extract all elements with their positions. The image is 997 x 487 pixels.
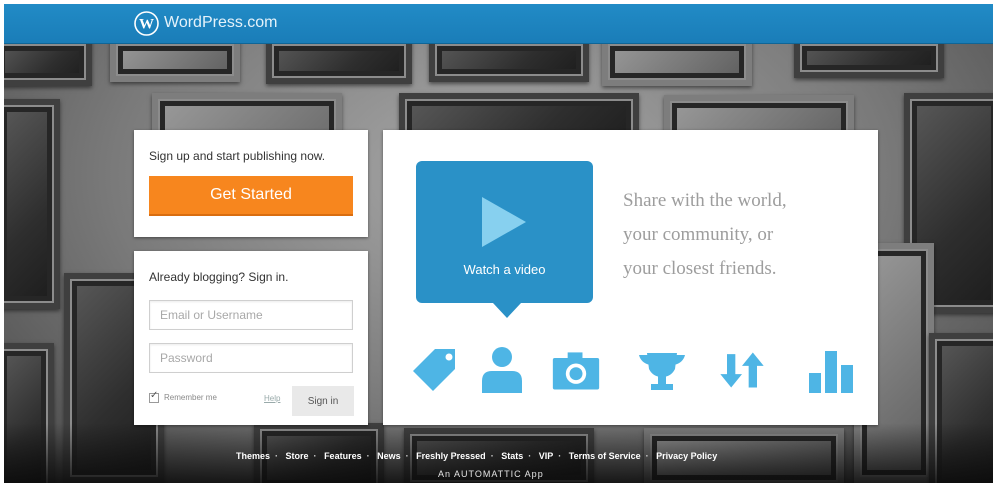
signin-button[interactable]: Sign in [292, 386, 354, 416]
brand-name[interactable]: WordPress.com [164, 14, 278, 32]
wordpress-logo-icon[interactable]: W [134, 11, 159, 36]
painting-frame [4, 99, 60, 309]
footer-link-privacy[interactable]: Privacy Policy [656, 451, 717, 461]
camera-icon [552, 352, 600, 390]
play-icon [482, 197, 526, 247]
help-link[interactable]: Help [264, 394, 280, 403]
tagline-line: your community, or [623, 224, 774, 245]
sync-arrows-icon [720, 352, 764, 388]
footer-link-news[interactable]: News [377, 451, 401, 461]
signup-text: Sign up and start publishing now. [149, 149, 326, 163]
footer-link-themes[interactable]: Themes [236, 451, 270, 461]
footer-link-vip[interactable]: VIP [539, 451, 554, 461]
painting-frame [429, 38, 589, 82]
painting-frame [602, 38, 752, 86]
signin-panel: Already blogging? Sign in. Remember me H… [134, 251, 368, 425]
separator: · [366, 451, 370, 461]
footer-link-freshly-pressed[interactable]: Freshly Pressed [416, 451, 486, 461]
separator: · [313, 451, 317, 461]
separator: · [405, 451, 409, 461]
feature-icons [411, 345, 871, 395]
separator: · [645, 451, 649, 461]
signup-panel: Sign up and start publishing now. Get St… [134, 130, 368, 237]
separator: · [490, 451, 494, 461]
footer-link-stats[interactable]: Stats [501, 451, 523, 461]
separator: · [528, 451, 532, 461]
video-label: Watch a video [463, 262, 546, 277]
svg-text:W: W [139, 17, 154, 33]
footer-link-features[interactable]: Features [324, 451, 362, 461]
feature-panel: Watch a video Share with the world, your… [383, 130, 878, 425]
tagline: Share with the world, your community, or… [623, 184, 863, 286]
signin-title: Already blogging? Sign in. [149, 270, 289, 284]
page: W WordPress.com Sign up and start publis… [4, 4, 993, 483]
tagline-line: Share with the world, [623, 190, 787, 211]
footer-link-terms[interactable]: Terms of Service [569, 451, 641, 461]
footer-links: Themes · Store · Features · News · Freshly P… [233, 451, 720, 461]
trophy-icon [639, 353, 685, 390]
separator: · [558, 451, 562, 461]
painting-frame [266, 38, 412, 84]
automattic-byline[interactable]: An AUTOMATTIC App [438, 469, 544, 479]
person-icon [482, 347, 522, 393]
painting-frame [794, 38, 944, 78]
remember-checkbox[interactable] [149, 390, 159, 403]
top-bar: W WordPress.com [4, 4, 993, 44]
username-field[interactable] [149, 300, 353, 330]
footer-link-store[interactable]: Store [286, 451, 309, 461]
bar-chart-icon [809, 351, 853, 393]
tag-icon [413, 349, 455, 391]
remember-me[interactable]: Remember me [149, 390, 217, 403]
watch-video-button[interactable]: Watch a video [416, 161, 593, 318]
separator: · [275, 451, 279, 461]
tagline-line: your closest friends. [623, 258, 777, 279]
painting-frame [4, 38, 92, 86]
password-field[interactable] [149, 343, 353, 373]
get-started-button[interactable]: Get Started [149, 176, 353, 216]
remember-label: Remember me [164, 393, 217, 403]
painting-frame [110, 38, 240, 82]
